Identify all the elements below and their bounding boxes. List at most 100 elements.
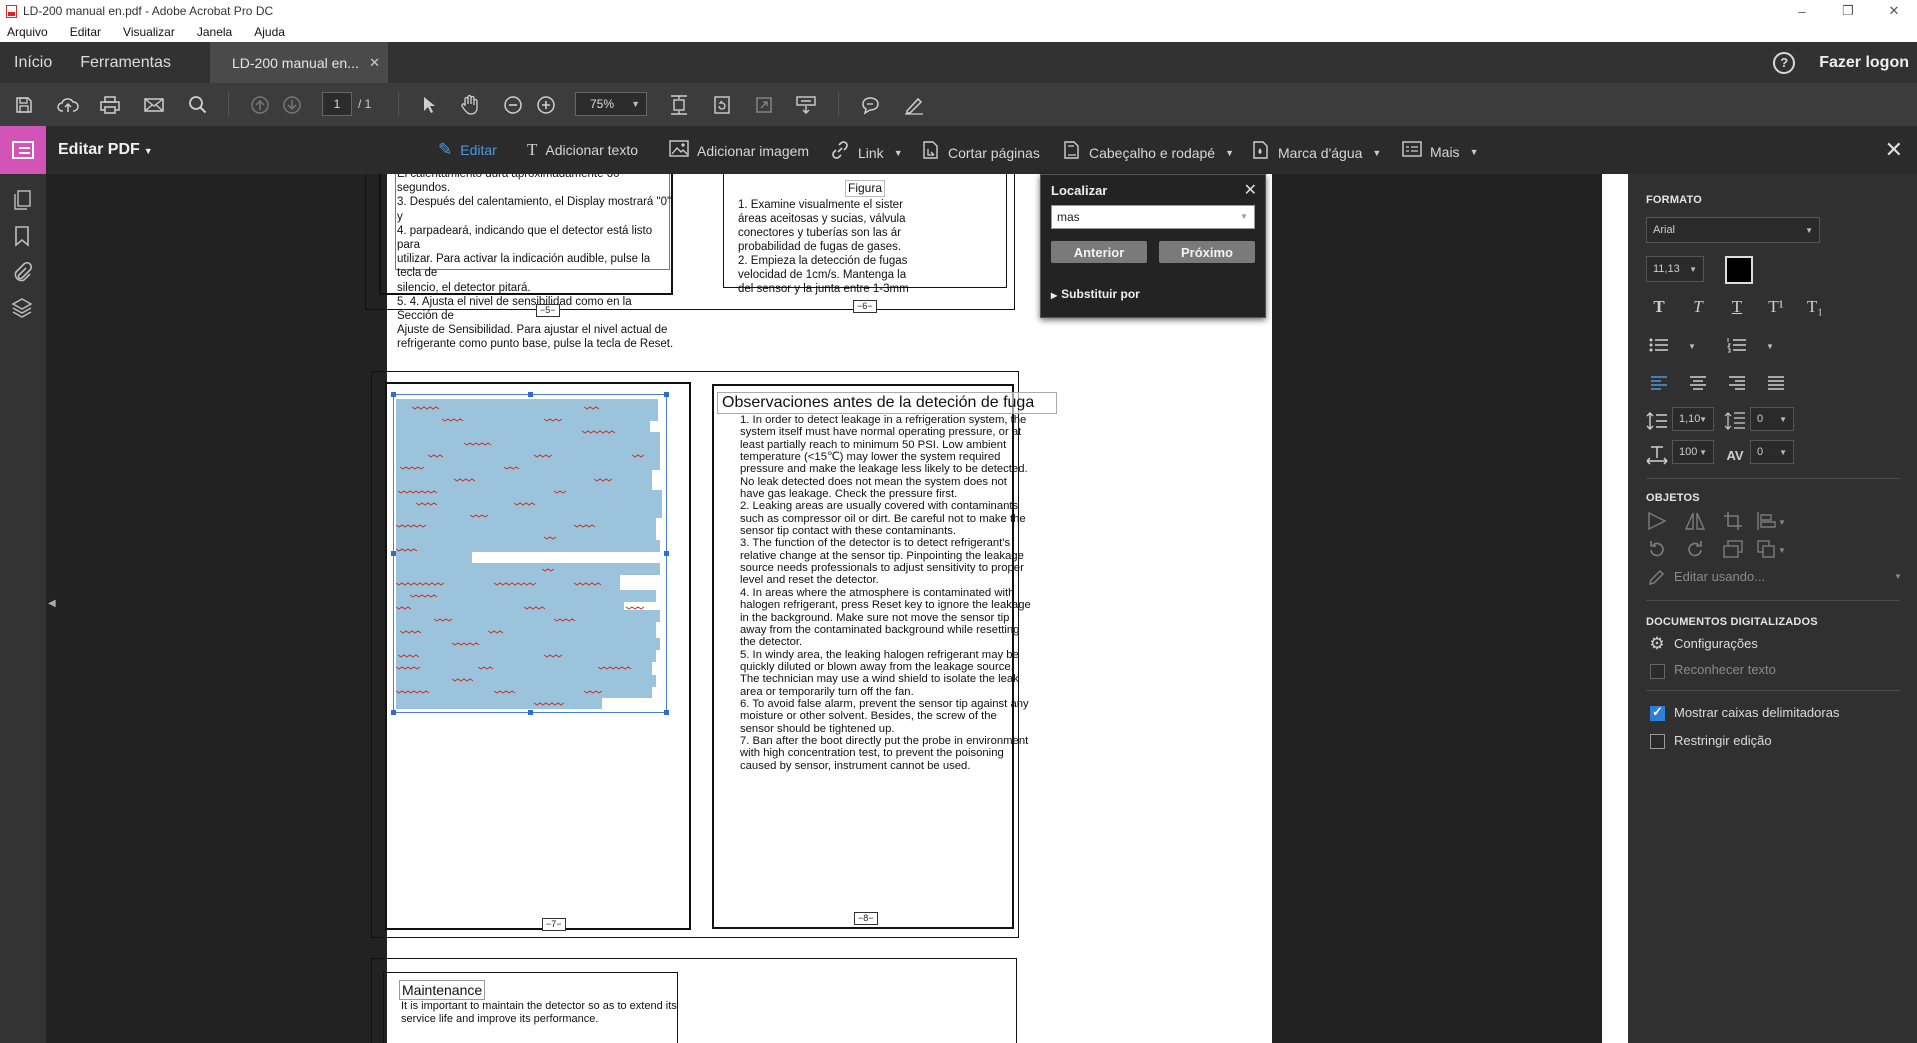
font-size-select[interactable]: 11,13 ▼ [1646,256,1704,282]
bold-t-icon[interactable]: T [1648,296,1670,318]
gear-icon[interactable]: ⚙ [1646,633,1668,655]
fit-page-icon[interactable] [663,89,695,121]
find-previous-button[interactable]: Anterior [1051,241,1147,263]
resize-handle[interactable] [528,710,533,715]
rotate-left-icon[interactable] [1646,538,1668,560]
add-text-button[interactable]: T Adicionar texto [527,140,638,160]
chevron-down-icon[interactable]: ▼ [1778,518,1786,527]
collapse-left-icon[interactable]: ◀ [48,598,56,609]
menu-ajuda[interactable]: Ajuda [251,25,288,39]
watermark-button[interactable]: Marca d'água ▼ [1252,140,1381,165]
replace-image-icon[interactable] [1722,538,1744,560]
figure-label[interactable]: Figura [845,180,886,197]
restrict-editing-checkbox[interactable] [1650,734,1665,749]
replace-with-toggle[interactable]: ▶ Substituir por [1051,287,1140,301]
link-button[interactable]: Link ▼ [830,140,903,165]
previous-page-icon[interactable] [244,89,276,121]
selected-image-box[interactable] [391,392,669,715]
email-icon[interactable] [138,89,170,121]
tab-document[interactable]: LD-200 manual en... ✕ [210,42,388,83]
upload-cloud-icon[interactable] [52,89,84,121]
line-spacing-select[interactable]: 1,10 ▼ [1672,407,1714,431]
maintenance-heading[interactable]: Maintenance [399,980,486,1000]
zoom-out-icon[interactable] [497,89,529,121]
hand-tool-icon[interactable] [454,89,486,121]
resize-handle[interactable] [528,392,533,397]
menu-editar[interactable]: Editar [67,25,104,39]
line-spacing-icon[interactable] [1646,410,1668,432]
crop-pages-button[interactable]: Cortar páginas [922,140,1040,165]
menu-janela[interactable]: Janela [194,25,235,39]
settings-link[interactable]: Configurações [1674,636,1758,651]
bullet-list-icon[interactable] [1648,334,1670,356]
chevron-down-icon[interactable]: ▼ [1766,342,1774,351]
edit-tool-button[interactable]: ✎ Editar [438,140,497,160]
save-icon[interactable] [8,89,40,121]
page-6-text[interactable]: 1. Examine visualmente el sister áreas a… [738,198,908,296]
scroll-mode-icon[interactable] [790,89,822,121]
resize-handle[interactable] [391,551,396,556]
chevron-down-icon[interactable]: ▼ [1778,546,1786,555]
resize-handle[interactable] [391,392,396,397]
close-icon[interactable]: ✕ [1244,180,1257,200]
maintenance-body[interactable]: It is important to maintain the detector… [401,1000,677,1025]
page-thumbnails-icon[interactable] [10,188,34,212]
show-bounding-boxes-checkbox[interactable] [1650,704,1665,721]
maximize-button[interactable]: ❐ [1825,0,1871,22]
font-color-swatch[interactable] [1725,256,1753,284]
full-screen-icon[interactable] [748,89,780,121]
align-center-icon[interactable] [1687,372,1709,394]
edit-with-label[interactable]: Editar usando... [1674,569,1765,584]
attachment-icon[interactable] [10,260,34,284]
menu-visualizar[interactable]: Visualizar [120,25,178,39]
zoom-in-icon[interactable] [530,89,562,121]
page-number-input[interactable]: 1 [322,92,352,116]
resize-handle[interactable] [664,710,669,715]
underline-t-icon[interactable]: T [1726,296,1748,318]
chevron-down-icon[interactable]: ▼ [1894,572,1902,581]
help-icon[interactable]: ? [1773,51,1796,74]
close-tab-icon[interactable]: ✕ [369,55,380,71]
paragraph-spacing-icon[interactable] [1724,410,1746,432]
flip-vertical-icon[interactable] [1684,510,1706,532]
horizontal-scale-select[interactable]: 100 ▼ [1672,440,1714,464]
chevron-down-icon[interactable]: ▼ [1688,342,1696,351]
find-input[interactable]: mas ▼ [1051,205,1255,229]
character-spacing-icon[interactable]: AV [1724,444,1746,466]
rotate-right-icon[interactable] [1684,538,1706,560]
paragraph-spacing-select[interactable]: 0 ▼ [1750,407,1794,431]
page-5-text[interactable]: El calentamiento dura aproximadamente 60… [397,174,675,352]
search-icon[interactable] [182,89,214,121]
select-cursor-icon[interactable] [412,89,444,121]
next-page-icon[interactable] [276,89,308,121]
chevron-down-icon[interactable]: ▼ [1240,206,1248,228]
resize-handle[interactable] [664,551,669,556]
crop-icon[interactable] [1722,510,1744,532]
layers-icon[interactable] [10,296,34,320]
sign-pen-icon[interactable] [898,89,930,121]
login-button[interactable]: Fazer logon [1819,54,1909,72]
character-spacing-select[interactable]: 0 ▼ [1750,440,1794,464]
align-justify-icon[interactable] [1765,372,1787,394]
tab-tools[interactable]: Ferramentas [66,54,185,72]
italic-t-icon[interactable]: T [1687,296,1709,318]
edit-pdf-menu[interactable]: Editar PDF ▼ [58,141,153,159]
numbered-list-icon[interactable] [1726,334,1748,356]
zoom-select[interactable]: 75% ▼ [575,92,647,116]
horizontal-scale-icon[interactable] [1646,444,1668,466]
tab-home[interactable]: Início [0,54,66,72]
more-button[interactable]: Mais ▼ [1402,140,1478,163]
subscript-t-icon[interactable]: T₁ [1804,296,1826,318]
align-objects-icon[interactable] [1756,510,1778,532]
close-window-button[interactable]: ✕ [1871,0,1917,22]
page-8-heading[interactable]: Observaciones antes de la deteción de fu… [722,394,1034,412]
superscript-t-icon[interactable]: T¹ [1765,296,1787,318]
arrange-objects-icon[interactable] [1756,538,1778,560]
recognize-text-checkbox[interactable] [1650,664,1665,679]
align-right-icon[interactable] [1726,372,1748,394]
flip-horizontal-icon[interactable] [1646,510,1668,532]
align-left-icon[interactable] [1648,372,1670,394]
add-image-button[interactable]: Adicionar imagem [669,140,809,162]
comment-icon[interactable] [854,89,886,121]
menu-arquivo[interactable]: Arquivo [4,25,51,39]
